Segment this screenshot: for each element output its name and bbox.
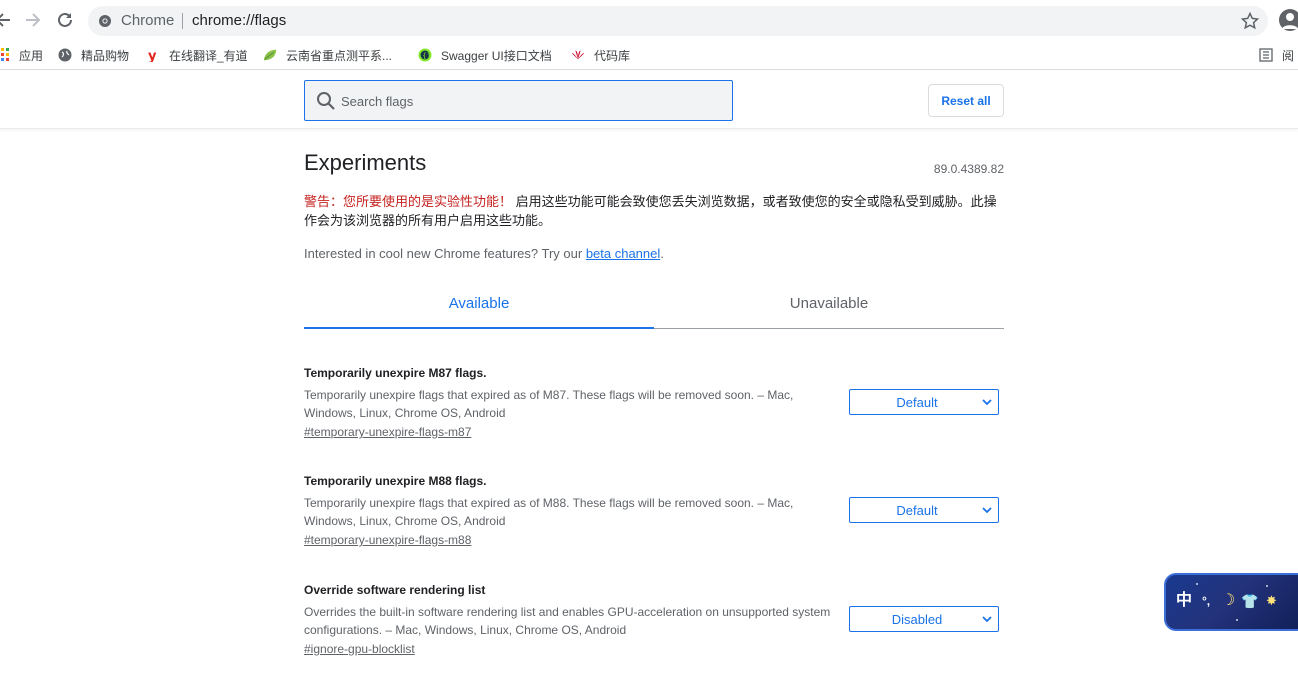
bookmark-apps[interactable]: 应用 <box>0 45 43 65</box>
browser-toolbar: Chrome chrome://flags <box>0 0 1298 40</box>
flag-select-value: Disabled <box>891 612 943 627</box>
bookmark-label: 应用 <box>19 48 44 63</box>
svg-text:y: y <box>148 49 157 62</box>
ime-star-decoration <box>1196 583 1198 585</box>
huawei-icon <box>571 48 585 62</box>
flag-title: Override software rendering list <box>304 583 486 597</box>
ime-toolbar[interactable]: 中 °, ☽ 👕 ✸ <box>1164 573 1298 631</box>
reading-list-icon <box>1259 48 1273 62</box>
flag-select[interactable]: Default <box>849 497 999 523</box>
bookmark-shopping[interactable]: 精品购物 <box>58 45 129 65</box>
ime-punctuation-toggle[interactable]: °, <box>1202 591 1210 611</box>
site-label: Chrome <box>121 12 175 29</box>
forward-icon[interactable] <box>22 9 44 31</box>
bookmark-label: 在线翻译_有道 <box>169 48 248 63</box>
bookmark-label: 云南省重点测平系... <box>286 48 393 63</box>
bookmarks-bar: 应用 精品购物 y 在线翻译_有道 云南省重点测平系... {} Swagger… <box>0 40 1298 70</box>
url-text[interactable]: chrome://flags <box>192 12 286 30</box>
version-label: 89.0.4389.82 <box>933 162 1004 176</box>
tab-unavailable[interactable]: Unavailable <box>654 287 1004 328</box>
chrome-icon <box>99 15 111 27</box>
chevron-down-icon <box>982 507 992 514</box>
warning-strong: 警告：您所要使用的是实验性功能！ <box>304 194 513 209</box>
flag-description: Temporarily unexpire flags that expired … <box>304 388 794 420</box>
svg-text:{}: {} <box>422 52 431 60</box>
bookmark-code-repo[interactable]: 代码库 <box>571 45 630 65</box>
ime-mode-toggle[interactable]: 中 <box>1176 591 1192 611</box>
flag-anchor-link[interactable]: #temporary-unexpire-flags-m88 <box>304 533 471 547</box>
page-title: Experiments <box>304 150 427 175</box>
flag-anchor-link[interactable]: #temporary-unexpire-flags-m87 <box>304 425 471 439</box>
ime-settings-icon[interactable]: ✸ <box>1266 591 1277 611</box>
flag-select-value: Default <box>896 503 938 518</box>
flag-item: Override software rendering list Overrid… <box>304 583 1004 673</box>
reset-all-button[interactable]: Reset all <box>928 84 1004 117</box>
beta-promo-text: Interested in cool new Chrome features? … <box>304 246 586 261</box>
reading-list-label: 阅 <box>1282 48 1295 63</box>
bookmark-star-icon[interactable] <box>1240 11 1260 31</box>
flag-item: Temporarily unexpire M87 flags. Temporar… <box>304 366 1004 456</box>
bookmark-yunnan[interactable]: 云南省重点测平系... <box>263 45 392 65</box>
address-separator <box>182 13 183 29</box>
flag-description: Overrides the built-in software renderin… <box>304 605 831 637</box>
apps-grid-icon <box>0 48 10 62</box>
flag-select[interactable]: Disabled <box>849 606 999 632</box>
flag-description: Temporarily unexpire flags that expired … <box>304 496 794 528</box>
beta-promo: Interested in cool new Chrome features? … <box>304 246 664 261</box>
ime-moon-icon[interactable]: ☽ <box>1221 591 1235 611</box>
bookmark-label: 精品购物 <box>81 48 130 63</box>
warning-message: 警告：您所要使用的是实验性功能！ 启用这些功能可能会致使您丢失浏览数据，或者致使… <box>304 192 1004 230</box>
tab-available[interactable]: Available <box>304 287 654 329</box>
flags-header: Reset all <box>0 71 1298 129</box>
chevron-down-icon <box>982 616 992 623</box>
search-icon <box>317 92 335 110</box>
bookmark-label: 代码库 <box>594 48 631 63</box>
flag-anchor-link[interactable]: #ignore-gpu-blocklist <box>304 642 415 656</box>
flag-title: Temporarily unexpire M88 flags. <box>304 474 487 488</box>
flag-select[interactable]: Default <box>849 389 999 415</box>
bookmark-label: Swagger UI接口文档 <box>441 48 552 63</box>
bookmark-swagger[interactable]: {} Swagger UI接口文档 <box>418 45 552 65</box>
flag-select-value: Default <box>896 395 938 410</box>
leaf-icon <box>263 48 277 62</box>
reading-list[interactable]: 阅 <box>1259 45 1294 65</box>
search-container[interactable] <box>304 80 733 121</box>
globe-icon <box>58 48 72 62</box>
beta-channel-link[interactable]: beta channel <box>586 246 660 261</box>
tabs: Available Unavailable <box>304 287 1004 329</box>
beta-promo-end: . <box>660 246 664 261</box>
back-icon[interactable] <box>0 9 14 31</box>
ime-star-decoration <box>1266 585 1268 587</box>
ime-skin-icon[interactable]: 👕 <box>1241 591 1258 611</box>
youdao-icon: y <box>146 48 160 62</box>
bookmark-youdao[interactable]: y 在线翻译_有道 <box>146 45 248 65</box>
search-input[interactable] <box>341 91 721 111</box>
ime-star-decoration <box>1236 619 1238 621</box>
chevron-down-icon <box>982 399 992 406</box>
flag-item: Temporarily unexpire M88 flags. Temporar… <box>304 474 1004 564</box>
swagger-icon: {} <box>418 48 432 62</box>
reload-icon[interactable] <box>54 9 76 31</box>
flag-title: Temporarily unexpire M87 flags. <box>304 366 487 380</box>
address-bar[interactable]: Chrome chrome://flags <box>88 6 1268 36</box>
profile-avatar-icon[interactable] <box>1279 9 1298 31</box>
